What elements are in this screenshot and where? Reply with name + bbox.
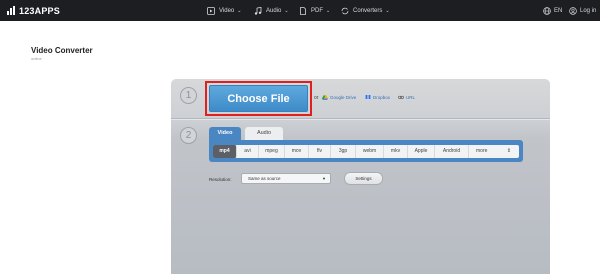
nav-audio-label: Audio [266,7,282,14]
top-bar: 123APPS Video ⌄ Audio ⌄ PDF ⌄ Converters… [0,0,600,21]
login-label: Log in [580,7,597,14]
logo-text: 123APPS [19,5,60,16]
format-mov[interactable]: mov [285,145,309,158]
format-webm[interactable]: webm [356,145,384,158]
settings-button[interactable]: Settings [344,172,383,185]
chevron-down-icon: ▼ [322,176,326,181]
chevron-down-icon: ⌄ [237,7,242,14]
converter-panel: 1 Choose File or Google Drive Dropbox UR… [171,79,550,274]
updown-arrows-icon: ⇕ [506,148,511,154]
tab-video[interactable]: Video [209,127,241,140]
chevron-down-icon: ⌄ [284,7,289,14]
resolution-select[interactable]: Same as source ▼ [241,173,331,184]
format-apple[interactable]: Apple [408,145,435,158]
dropbox-link[interactable]: Dropbox [365,95,390,100]
format-android[interactable]: Android [435,145,469,158]
google-drive-label: Google Drive [330,95,357,100]
chevron-down-icon: ⌄ [326,7,331,14]
chevron-down-icon: ⌄ [385,7,390,14]
user-icon [569,6,577,15]
step-1-number: 1 [180,87,197,104]
nav-converters-label: Converters [353,7,383,14]
language-selector[interactable]: EN [543,0,562,21]
url-label: URL [406,95,416,100]
format-mpeg[interactable]: mpeg [259,145,285,158]
format-flv[interactable]: flv [309,145,331,158]
format-bar: mp4 avi mpeg mov flv 3gp webm mkv Apple … [209,140,523,162]
format-mkv[interactable]: mkv [384,145,408,158]
step-2-number: 2 [180,127,197,144]
page-title: Video Converter [31,46,93,55]
google-drive-icon [322,95,328,100]
dropbox-icon [365,95,371,100]
video-icon [207,6,215,15]
choose-file-button[interactable]: Choose File [209,85,308,112]
nav-video-label: Video [219,7,235,14]
step-divider-highlight [171,119,550,120]
format-3gp[interactable]: 3gp [331,145,356,158]
music-note-icon [254,6,262,15]
resolution-label: Resolution: [209,177,232,182]
login-link[interactable]: Log in [569,0,596,21]
google-drive-link[interactable]: Google Drive [322,95,356,100]
nav-pdf[interactable]: PDF ⌄ [299,0,330,21]
dropbox-label: Dropbox [373,95,391,100]
pdf-icon [299,6,307,15]
format-mp4[interactable]: mp4 [213,145,237,158]
converters-icon [341,7,349,15]
format-avi[interactable]: avi [237,145,259,158]
logo[interactable]: 123APPS [7,4,60,17]
nav-audio[interactable]: Audio ⌄ [254,0,289,21]
format-more[interactable]: more ⇕ [469,145,519,158]
language-label: EN [554,7,563,14]
nav-converters[interactable]: Converters ⌄ [341,0,390,21]
format-more-label: more [476,148,488,154]
or-label: or [314,95,319,101]
tab-audio[interactable]: Audio [245,127,283,140]
nav-video[interactable]: Video ⌄ [207,0,241,21]
format-list: mp4 avi mpeg mov flv 3gp webm mkv Apple … [213,145,519,158]
nav-pdf-label: PDF [311,7,323,14]
resolution-value: Same as source [248,176,281,181]
page-subtitle: online [31,56,42,61]
logo-icon [7,6,16,15]
globe-icon [543,6,551,15]
url-link[interactable]: URL [398,95,415,100]
link-icon [398,95,404,100]
